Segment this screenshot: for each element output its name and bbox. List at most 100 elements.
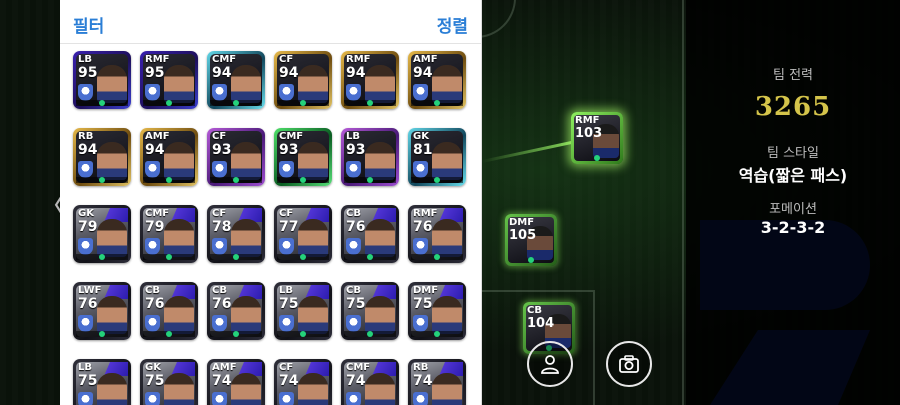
card-position: CMF: [279, 131, 304, 142]
club-badge-icon: [279, 315, 294, 332]
condition-dot: [166, 100, 172, 106]
player-card[interactable]: CB 75: [341, 282, 399, 340]
pitch-player-card-rmf[interactable]: RMF 103: [571, 112, 623, 164]
player-card[interactable]: GK 79: [73, 205, 131, 263]
player-view-button[interactable]: [527, 341, 573, 387]
player-card[interactable]: CMF 94: [207, 51, 265, 109]
card-position: LB: [279, 285, 293, 296]
player-photo: [365, 296, 395, 334]
player-photo: [164, 65, 194, 103]
player-card[interactable]: RB 94: [73, 128, 131, 186]
player-card[interactable]: LB 93: [341, 128, 399, 186]
player-card[interactable]: CMF 74: [341, 359, 399, 405]
condition-dot: [233, 177, 239, 183]
player-photo: [365, 65, 395, 103]
player-card[interactable]: CB 76: [207, 282, 265, 340]
club-badge-icon: [279, 161, 294, 178]
player-card[interactable]: CF 77: [274, 205, 332, 263]
camera-button[interactable]: [606, 341, 652, 387]
player-card[interactable]: RMF 76: [408, 205, 466, 263]
club-badge-icon: [145, 315, 160, 332]
card-position: RB: [413, 362, 429, 373]
condition-dot: [300, 331, 306, 337]
player-card[interactable]: DMF 75: [408, 282, 466, 340]
player-photo: [164, 219, 194, 257]
player-card[interactable]: AMF 94: [140, 128, 198, 186]
filter-button[interactable]: 필터: [73, 12, 104, 37]
card-rating: 94: [346, 65, 366, 81]
card-rating: 76: [145, 296, 165, 312]
card-position: LWF: [78, 285, 102, 296]
player-card[interactable]: GK 75: [140, 359, 198, 405]
card-rating: 93: [279, 142, 299, 158]
formation-label: 포메이션: [769, 202, 817, 217]
card-position: CF: [212, 131, 227, 142]
condition-dot: [233, 254, 239, 260]
player-photo: [231, 296, 261, 334]
club-badge-icon: [413, 392, 428, 405]
player-card[interactable]: CF 94: [274, 51, 332, 109]
player-card[interactable]: LB 75: [73, 359, 131, 405]
card-rating: 94: [413, 65, 433, 81]
club-badge-icon: [279, 84, 294, 101]
club-badge-icon: [413, 161, 428, 178]
link-line: [481, 140, 576, 163]
club-badge-icon: [78, 161, 93, 178]
card-rating: 79: [145, 219, 165, 235]
player-card[interactable]: CF 93: [207, 128, 265, 186]
player-card-grid: LB 95 RMF 95 CMF 94 CF 94 RMF 94 AMF 94 RB 94 AMF 94 CF 9…: [73, 51, 466, 405]
condition-dot: [367, 100, 373, 106]
condition-dot: [367, 177, 373, 183]
player-card[interactable]: RMF 94: [341, 51, 399, 109]
card-rating: 104: [527, 316, 555, 331]
card-position: GK: [78, 208, 94, 219]
player-photo: [365, 142, 395, 180]
card-rating: 103: [575, 126, 603, 141]
player-photo: [432, 219, 462, 257]
player-photo: [298, 373, 328, 405]
player-photo: [164, 142, 194, 180]
card-rating: 79: [78, 219, 98, 235]
card-rating: 75: [145, 373, 165, 389]
player-card[interactable]: CF 78: [207, 205, 265, 263]
card-rating: 75: [279, 296, 299, 312]
club-badge-icon: [145, 392, 160, 405]
player-card[interactable]: CB 76: [341, 205, 399, 263]
player-card[interactable]: CF 74: [274, 359, 332, 405]
player-card[interactable]: RB 74: [408, 359, 466, 405]
player-photo: [298, 65, 328, 103]
card-rating: 76: [346, 219, 366, 235]
player-card[interactable]: AMF 94: [408, 51, 466, 109]
card-rating: 94: [279, 65, 299, 81]
pitch-player-card-dmf[interactable]: DMF 105: [505, 214, 557, 266]
club-badge-icon: [346, 392, 361, 405]
team-stats-panel: 팀 전력 3265 팀 스타일 역습(짧은 패스) 포메이션 3-2-3-2: [686, 0, 900, 405]
player-card[interactable]: AMF 74: [207, 359, 265, 405]
club-badge-icon: [346, 238, 361, 255]
player-card[interactable]: LB 75: [274, 282, 332, 340]
card-position: LB: [78, 54, 92, 65]
player-card[interactable]: RMF 95: [140, 51, 198, 109]
player-card[interactable]: CB 76: [140, 282, 198, 340]
person-icon: [541, 355, 559, 374]
sort-button[interactable]: 정렬: [437, 12, 468, 37]
player-photo: [97, 142, 127, 180]
club-badge-icon: [145, 84, 160, 101]
player-card[interactable]: CMF 79: [140, 205, 198, 263]
card-position: CB: [212, 285, 227, 296]
card-position: GK: [145, 362, 161, 373]
club-badge-icon: [78, 392, 93, 405]
player-photo: [365, 219, 395, 257]
condition-dot: [300, 177, 306, 183]
card-position: RMF: [346, 54, 371, 65]
player-card[interactable]: GK 81: [408, 128, 466, 186]
card-position: CF: [279, 54, 294, 65]
club-badge-icon: [279, 392, 294, 405]
player-card[interactable]: LWF 76: [73, 282, 131, 340]
club-badge-icon: [346, 84, 361, 101]
team-style-value: 역습(짧은 패스): [738, 166, 848, 185]
player-card[interactable]: CMF 93: [274, 128, 332, 186]
player-card[interactable]: LB 95: [73, 51, 131, 109]
card-position: RB: [78, 131, 94, 142]
condition-dot: [300, 100, 306, 106]
